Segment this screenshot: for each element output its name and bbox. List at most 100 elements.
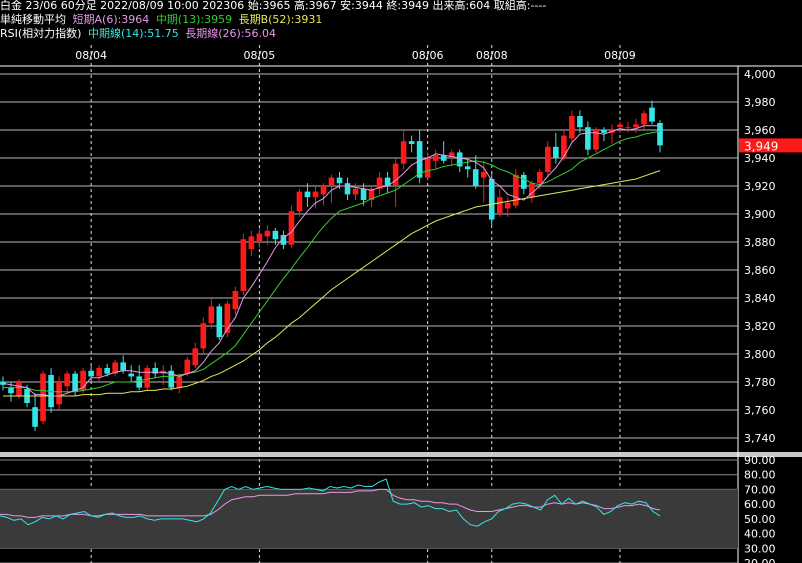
price-tick-label: 3,860	[744, 264, 776, 277]
candle	[448, 149, 455, 167]
candle-body	[320, 186, 327, 195]
candle-body	[625, 127, 631, 129]
candle	[168, 365, 175, 391]
candle-body	[208, 306, 215, 324]
candle	[376, 172, 383, 195]
candle-body	[328, 177, 335, 186]
date-label: 08/04	[75, 49, 107, 62]
price-tick-label: 4,000	[744, 68, 776, 81]
chart-canvas[interactable]: 4,000 3,980 3,960 3,940 3,920 3,900 3,880 3,860…	[0, 0, 802, 563]
candle	[152, 362, 159, 378]
candle-body	[152, 368, 159, 374]
candle	[609, 124, 615, 144]
candle	[577, 110, 583, 133]
pane-separator	[0, 452, 802, 457]
candle	[208, 298, 215, 329]
candle	[216, 303, 223, 340]
candle-body	[472, 169, 479, 186]
candle-body	[312, 191, 319, 198]
candle	[625, 121, 631, 133]
rsi-tick-label: 80.00	[744, 469, 776, 482]
candle	[320, 183, 327, 206]
candle-body	[272, 230, 279, 240]
candle-body	[288, 211, 295, 245]
candle-body	[136, 376, 143, 388]
candle	[553, 132, 559, 164]
candle-body	[480, 172, 487, 178]
price-tick-label: 3,780	[744, 376, 776, 389]
candle	[649, 100, 655, 125]
candle-body	[88, 370, 94, 377]
candle	[240, 233, 247, 296]
price-tick-label: 3,980	[744, 96, 776, 109]
candle	[657, 120, 663, 153]
candle-body	[104, 368, 110, 374]
candle	[304, 183, 311, 207]
candle	[80, 368, 86, 394]
candle-body	[633, 124, 639, 128]
rsi-tick-label: 60.00	[744, 498, 776, 511]
candle-body	[304, 191, 311, 198]
candle-body	[561, 135, 567, 158]
date-label: 08/05	[244, 49, 276, 62]
price-tick-label: 3,800	[744, 348, 776, 361]
candle-body	[344, 183, 351, 195]
ma-short-line	[2, 125, 660, 397]
candle-body	[256, 233, 263, 242]
candle	[200, 317, 207, 354]
candle	[641, 110, 647, 130]
candle	[64, 370, 70, 394]
price-tick-label: 3,840	[744, 292, 776, 305]
candle	[384, 172, 391, 193]
candle-body	[216, 306, 223, 338]
price-tick-label: 3,960	[744, 124, 776, 137]
rsi-tick-label: 40.00	[744, 528, 776, 541]
candle-body	[553, 146, 559, 158]
ma-long-line	[3, 170, 661, 397]
candle	[56, 376, 62, 410]
current-price-label: 3,949	[744, 139, 778, 153]
candle-body	[488, 179, 495, 220]
candle-body	[8, 387, 14, 394]
candle	[248, 230, 255, 256]
candle-body	[512, 174, 519, 206]
candle	[593, 127, 599, 153]
candle	[392, 158, 399, 207]
candle	[585, 121, 591, 156]
candle	[256, 228, 263, 248]
candle	[545, 141, 551, 178]
candle	[48, 368, 54, 413]
candle-body	[184, 359, 191, 374]
candle-body	[16, 382, 22, 396]
candle	[633, 118, 639, 133]
price-tick-label: 3,900	[744, 208, 776, 221]
candle	[32, 393, 38, 431]
price-pane	[0, 100, 663, 431]
candle-body	[352, 188, 359, 195]
candle	[432, 149, 439, 170]
candle	[400, 130, 407, 170]
candle	[296, 188, 303, 217]
price-tick-label: 3,760	[744, 404, 776, 417]
axis-labels: 4,000 3,980 3,960 3,940 3,920 3,900 3,880 3,860…	[75, 49, 802, 563]
candle-body	[56, 382, 62, 405]
candle-body	[248, 236, 255, 249]
rsi-tick-label: 30.00	[744, 542, 776, 555]
candle	[569, 110, 575, 142]
candle	[617, 121, 623, 133]
candle	[128, 365, 134, 382]
candle	[288, 205, 295, 248]
candle-body	[72, 373, 78, 392]
candle-body	[144, 368, 151, 388]
candle	[472, 155, 479, 189]
date-label: 08/08	[476, 49, 508, 62]
price-tick-label: 3,940	[744, 152, 776, 165]
candle-body	[232, 291, 239, 310]
grid-layer	[0, 45, 802, 563]
candle	[40, 370, 46, 424]
candle	[136, 365, 143, 391]
price-tick-label: 3,880	[744, 236, 776, 249]
rsi-tick-label: 90.00	[744, 454, 776, 467]
candle-body	[424, 158, 431, 178]
candle	[344, 177, 351, 200]
